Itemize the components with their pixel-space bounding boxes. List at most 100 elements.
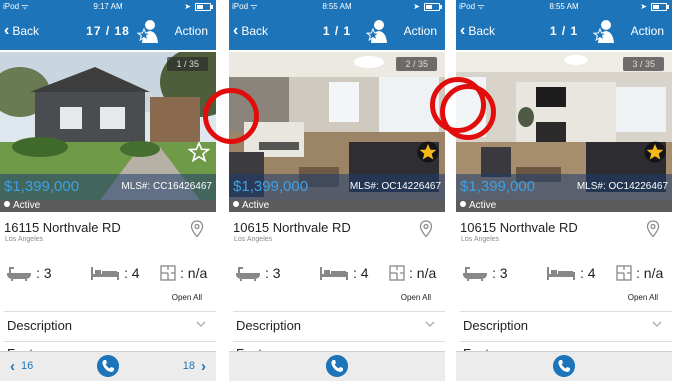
location-arrow-icon: ➤ (184, 2, 191, 11)
previous-listing-button[interactable]: ‹ 16 (10, 357, 34, 375)
price-bar: $1,399,000 MLS#: CC16426467 (0, 174, 216, 200)
city: Los Angeles (234, 236, 273, 243)
location-arrow-icon: ➤ (640, 2, 647, 11)
open-all-button[interactable]: Open All (401, 293, 431, 302)
price: $1,399,000 (233, 178, 309, 195)
photo-counter: 3 / 35 (623, 57, 664, 71)
address: 10615 Northvale RD (233, 220, 351, 235)
floorplan-icon (160, 265, 176, 281)
open-all-button[interactable]: Open All (172, 293, 202, 302)
chevron-down-icon[interactable] (652, 320, 662, 328)
bottom-toolbar (456, 351, 672, 381)
description-section[interactable]: Description (463, 318, 528, 333)
status-label: Active (469, 200, 497, 211)
phone-icon[interactable] (97, 355, 119, 377)
divider (460, 311, 672, 312)
bathtub-icon (463, 267, 487, 281)
listing-status: Active (229, 200, 445, 212)
battery-icon (651, 3, 669, 11)
photo-counter: 1 / 35 (167, 57, 208, 71)
address: 10615 Northvale RD (460, 220, 578, 235)
bathtub-icon (236, 267, 260, 281)
bottom-toolbar: ‹ 16 18 › (0, 351, 216, 381)
bed-icon (91, 267, 119, 280)
chevron-down-icon[interactable] (425, 320, 435, 328)
next-index: 18 (182, 360, 195, 372)
price-bar: $1,399,000 MLS#: OC14226467 (456, 174, 672, 200)
description-section[interactable]: Description (236, 318, 301, 333)
status-bar: iPod ᯤ 8:55 AM ➤ (456, 0, 672, 13)
bed-icon (320, 267, 348, 280)
price: $1,399,000 (460, 178, 536, 195)
price: $1,399,000 (4, 178, 80, 195)
highlight-circle (203, 88, 259, 144)
photo-counter: 2 / 35 (396, 57, 437, 71)
size-value: : n/a (636, 265, 664, 281)
battery-icon (195, 3, 213, 11)
size-value: : n/a (180, 265, 208, 281)
size-value: : n/a (409, 265, 437, 281)
city: Los Angeles (461, 236, 500, 243)
battery-icon (424, 3, 442, 11)
status-bar: iPod ᯤ 8:55 AM ➤ (229, 0, 445, 13)
divider (233, 341, 445, 342)
city: Los Angeles (5, 236, 44, 243)
mls-number: MLS#: OC14226467 (576, 181, 668, 192)
highlight-circle (440, 84, 496, 140)
status-label: Active (13, 200, 41, 211)
agent-star-icon[interactable] (137, 18, 161, 44)
open-all-button[interactable]: Open All (628, 293, 658, 302)
phone-screen-3: iPod ᯤ 8:55 AM ➤ ‹ Back 1 / 1 Action 3 /… (456, 0, 672, 381)
size-info: : n/a (389, 265, 436, 281)
bottom-toolbar (229, 351, 445, 381)
action-button[interactable]: Action (631, 24, 664, 38)
listing-status: Active (456, 200, 672, 212)
bed-value: : 4 (580, 265, 596, 281)
address: 16115 Northvale RD (4, 220, 121, 235)
bath-value: : 3 (265, 265, 281, 281)
action-button[interactable]: Action (175, 24, 208, 38)
status-dot-icon (460, 201, 466, 208)
map-pin-icon[interactable] (190, 220, 204, 238)
divider (233, 311, 445, 312)
favorite-star-outline-icon[interactable] (188, 141, 210, 163)
nav-bar: ‹ Back 17 / 18 Action (0, 13, 216, 50)
bath-count: : 3 (235, 265, 281, 281)
divider (4, 341, 216, 342)
mls-number: MLS#: CC16426467 (121, 181, 212, 192)
bathtub-icon (7, 267, 31, 281)
phone-icon[interactable] (553, 355, 575, 377)
map-pin-icon[interactable] (419, 220, 433, 238)
location-arrow-icon: ➤ (413, 2, 420, 11)
nav-bar: ‹ Back 1 / 1 Action (456, 13, 672, 50)
action-button[interactable]: Action (404, 24, 437, 38)
bath-count: : 3 (6, 265, 52, 281)
agent-star-icon[interactable] (366, 18, 390, 44)
phone-screen-2: iPod ᯤ 8:55 AM ➤ ‹ Back 1 / 1 Action 2 /… (229, 0, 445, 381)
bed-icon (547, 267, 575, 280)
next-listing-button[interactable]: 18 › (182, 359, 206, 374)
previous-index: 16 (21, 360, 34, 372)
floorplan-icon (616, 265, 632, 281)
mls-number: MLS#: OC14226467 (349, 181, 441, 192)
favorite-star-filled-icon[interactable] (644, 141, 666, 163)
phone-screen-1: iPod ᯤ 9:17 AM ➤ ‹ Back 17 / 18 Action 1… (0, 0, 216, 381)
status-dot-icon (233, 201, 239, 208)
divider (4, 311, 216, 312)
favorite-star-filled-icon[interactable] (417, 141, 439, 163)
bed-value: : 4 (353, 265, 369, 281)
chevron-down-icon[interactable] (196, 320, 206, 328)
listing-status: Active (0, 200, 216, 212)
size-info: : n/a (616, 265, 663, 281)
description-section[interactable]: Description (7, 318, 72, 333)
nav-bar: ‹ Back 1 / 1 Action (229, 13, 445, 50)
chevron-left-icon: ‹ (10, 357, 15, 375)
status-dot-icon (4, 201, 10, 208)
map-pin-icon[interactable] (646, 220, 660, 238)
size-info: : n/a (160, 265, 207, 281)
phone-icon[interactable] (326, 355, 348, 377)
bed-count: : 4 (90, 265, 140, 281)
agent-star-icon[interactable] (593, 18, 617, 44)
bath-value: : 3 (492, 265, 508, 281)
bath-value: : 3 (36, 265, 52, 281)
